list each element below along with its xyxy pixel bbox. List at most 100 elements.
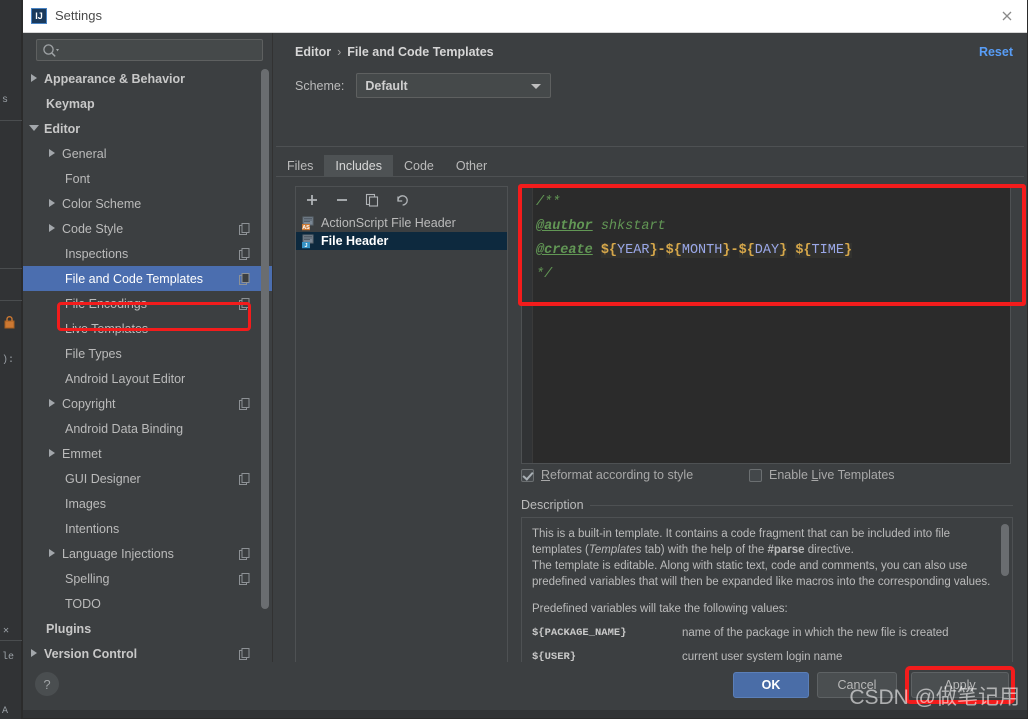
cancel-button[interactable]: Cancel	[817, 672, 897, 698]
sidebar-item-code-style[interactable]: Code Style	[23, 216, 272, 241]
dialog-footer: ? OK Cancel Apply	[23, 662, 1027, 718]
ok-button[interactable]: OK	[733, 672, 809, 698]
scheme-select[interactable]: Default	[356, 73, 551, 98]
copy-icon[interactable]	[364, 192, 380, 208]
sidebar-item-label: File Encodings	[65, 297, 147, 311]
tab-label: Includes	[335, 159, 382, 173]
apply-button[interactable]: Apply	[911, 672, 1009, 698]
template-options-row: Reformat according to style Enable Live T…	[521, 468, 1011, 486]
sidebar-item-color-scheme[interactable]: Color Scheme	[23, 191, 272, 216]
revert-icon[interactable]	[394, 192, 410, 208]
tab-other[interactable]: Other	[445, 155, 498, 177]
template-name: File Header	[321, 234, 388, 248]
project-scope-icon	[239, 397, 250, 409]
tab-includes[interactable]: Includes	[324, 155, 393, 177]
remove-icon[interactable]	[334, 192, 350, 208]
lock-icon	[3, 316, 16, 329]
description-paragraph-3: Predefined variables will take the follo…	[532, 601, 996, 617]
sidebar-item-spelling[interactable]: Spelling	[23, 566, 272, 591]
sidebar-item-label: Appearance & Behavior	[44, 72, 185, 86]
sidebar-item-gui-designer[interactable]: GUI Designer	[23, 466, 272, 491]
sidebar-item-font[interactable]: Font	[23, 166, 272, 191]
sidebar-item-label: Android Data Binding	[65, 422, 183, 436]
checkbox-box[interactable]	[521, 469, 534, 482]
template-name: ActionScript File Header	[321, 216, 456, 230]
chevron-down-icon[interactable]	[29, 123, 40, 134]
chevron-down-icon	[531, 84, 541, 89]
sidebar-item-android-data-binding[interactable]: Android Data Binding	[23, 416, 272, 441]
code-token-brace: }	[844, 243, 852, 258]
sidebar-item-label: Font	[65, 172, 90, 186]
chevron-right-icon[interactable]	[47, 548, 58, 559]
close-icon[interactable]	[997, 6, 1017, 26]
chevron-right-icon[interactable]	[47, 198, 58, 209]
template-code-editor[interactable]: /**@author shkstart@create ${YEAR}-${MON…	[521, 186, 1011, 464]
description-divider	[573, 505, 1013, 506]
sidebar-item-label: Live Templates	[65, 322, 148, 336]
sidebar-item-label: File Types	[65, 347, 122, 361]
sidebar-item-label: Android Layout Editor	[65, 372, 185, 386]
checkbox-box[interactable]	[749, 469, 762, 482]
sidebar-item-copyright[interactable]: Copyright	[23, 391, 272, 416]
breadcrumb-parent[interactable]: Editor	[295, 45, 331, 59]
sidebar-item-file-types[interactable]: File Types	[23, 341, 272, 366]
divider	[276, 146, 1024, 147]
scheme-selected-value: Default	[365, 79, 407, 93]
sidebar-item-inspections[interactable]: Inspections	[23, 241, 272, 266]
code-token-dash: -	[658, 243, 666, 258]
sidebar-item-images[interactable]: Images	[23, 491, 272, 516]
help-button[interactable]: ?	[35, 672, 59, 696]
add-icon[interactable]	[304, 192, 320, 208]
sidebar-scrollbar[interactable]	[261, 69, 269, 609]
chevron-right-icon[interactable]	[47, 148, 58, 159]
sidebar-item-file-encodings[interactable]: File Encodings	[23, 291, 272, 316]
sidebar-item-version-control[interactable]: Version Control	[23, 641, 272, 662]
chevron-right-icon[interactable]	[29, 73, 40, 84]
sidebar-item-android-layout-editor[interactable]: Android Layout Editor	[23, 366, 272, 391]
sidebar-item-live-templates[interactable]: Live Templates	[23, 316, 272, 341]
svg-text:J: J	[305, 243, 308, 249]
sidebar-item-label: Inspections	[65, 247, 128, 261]
tab-files[interactable]: Files	[276, 155, 324, 177]
sidebar-item-general[interactable]: General	[23, 141, 272, 166]
description-scrollbar[interactable]	[1001, 524, 1009, 576]
checkbox-label: Reformat according to style	[541, 468, 693, 482]
footer-edge	[23, 710, 1027, 718]
template-list: ASActionScript File Header J File Header	[296, 214, 507, 688]
chevron-right-icon[interactable]	[47, 448, 58, 459]
sidebar-item-label: Copyright	[62, 397, 116, 411]
enable-live-templates-checkbox[interactable]: Enable Live Templates	[749, 468, 895, 482]
chevron-right-icon[interactable]	[47, 398, 58, 409]
code-token-brace: ${	[795, 243, 811, 258]
checkbox-label-prefix: Enable	[769, 468, 811, 482]
reformat-checkbox[interactable]: Reformat according to style	[521, 468, 693, 482]
sidebar-item-label: Language Injections	[62, 547, 174, 561]
search-input[interactable]	[36, 39, 263, 61]
code-token-txt	[593, 243, 601, 258]
sidebar-item-emmet[interactable]: Emmet	[23, 441, 272, 466]
checkbox-label-suffix: ive Templates	[818, 468, 894, 482]
checkbox-label: Enable Live Templates	[769, 468, 895, 482]
sidebar-item-plugins[interactable]: Plugins	[23, 616, 272, 641]
code-token-var: YEAR	[617, 243, 649, 258]
desc-p1-italic: Templates	[589, 544, 642, 556]
sidebar-item-appearance-behavior[interactable]: Appearance & Behavior	[23, 66, 272, 91]
code-line: /**	[536, 191, 1010, 215]
sidebar-item-keymap[interactable]: Keymap	[23, 91, 272, 116]
sidebar-item-editor[interactable]: Editor	[23, 116, 272, 141]
code-token-brace: }	[779, 243, 787, 258]
reset-link[interactable]: Reset	[979, 45, 1013, 59]
sidebar-item-todo[interactable]: TODO	[23, 591, 272, 616]
chevron-right-icon[interactable]	[47, 223, 58, 234]
tab-code[interactable]: Code	[393, 155, 445, 177]
background-fragment: ):	[2, 355, 14, 366]
list-item[interactable]: J File Header	[296, 232, 507, 250]
template-list-toolbar	[296, 187, 507, 213]
settings-sidebar: Appearance & Behavior KeymapEditorGeneral…	[23, 33, 273, 662]
sidebar-item-intentions[interactable]: Intentions	[23, 516, 272, 541]
sidebar-item-language-injections[interactable]: Language Injections	[23, 541, 272, 566]
list-item[interactable]: ASActionScript File Header	[296, 214, 507, 232]
sidebar-item-file-and-code-templates[interactable]: File and Code Templates	[23, 266, 272, 291]
code-line: */	[536, 263, 1010, 287]
chevron-right-icon[interactable]	[29, 648, 40, 659]
